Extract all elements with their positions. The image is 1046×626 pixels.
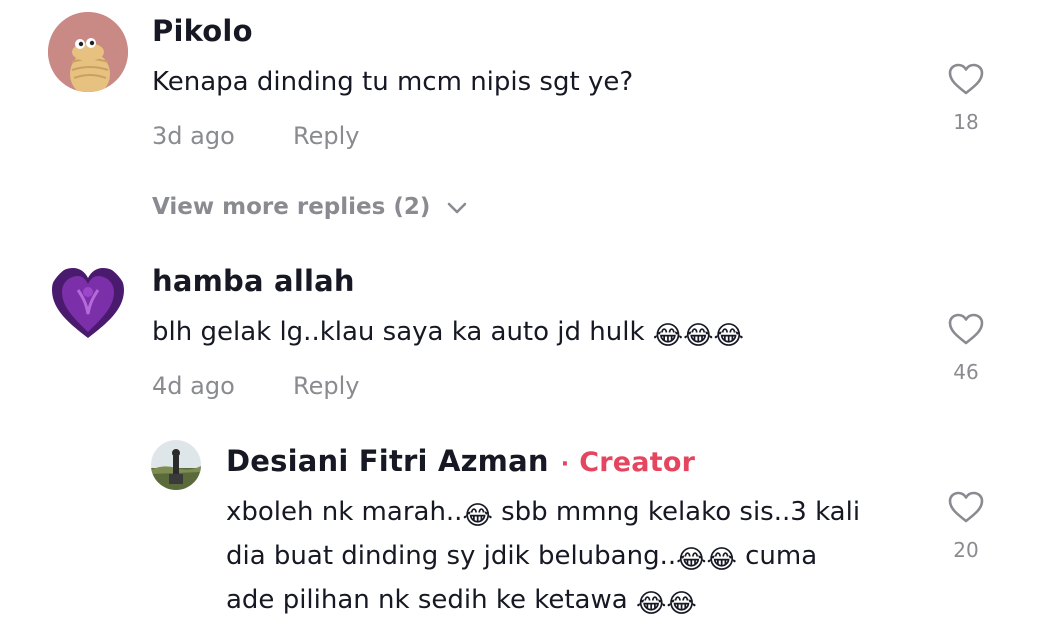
reply-username[interactable]: Desiani Fitri Azman: [226, 444, 549, 478]
comment-text-body: blh gelak lg..klau saya ka auto jd hulk: [152, 317, 645, 347]
cookie-character-avatar-image: [48, 12, 128, 92]
avatar[interactable]: [48, 12, 128, 92]
reply-text-segment: cuma: [736, 541, 818, 571]
avatar[interactable]: [48, 262, 128, 342]
like-count: 20: [953, 538, 979, 562]
tears-of-joy-emoji: 😂😂😂: [652, 321, 744, 351]
reply-text-line-1: xboleh nk marah..😂 sbb mmng kelako sis..…: [226, 490, 860, 538]
reply-text-segment: sbb mmng kelako sis..3 kali: [492, 497, 861, 527]
view-more-replies-button[interactable]: View more replies (2): [152, 194, 468, 220]
reply-text-segment: ade pilihan nk sedih ke ketawa: [226, 585, 636, 615]
comment-username[interactable]: hamba allah: [152, 264, 355, 298]
heart-outline-icon: [948, 63, 984, 95]
comment-username[interactable]: Pikolo: [152, 14, 253, 48]
tears-of-joy-emoji: 😂😂: [635, 589, 697, 619]
landscape-person-avatar-image: [151, 440, 201, 490]
view-more-replies-label: View more replies (2): [152, 194, 431, 220]
comment-timestamp: 4d ago: [152, 372, 235, 400]
comment-text: blh gelak lg..klau saya ka auto jd hulk …: [152, 310, 744, 358]
comment-item: hamba allah blh gelak lg..klau saya ka a…: [0, 250, 1046, 430]
separator-dot: ·: [560, 452, 570, 477]
like-button[interactable]: 20: [936, 490, 996, 562]
comment-item: Pikolo Kenapa dinding tu mcm nipis sgt y…: [0, 0, 1046, 250]
reply-button[interactable]: Reply: [293, 122, 359, 150]
avatar[interactable]: [151, 440, 201, 490]
like-button[interactable]: 46: [936, 312, 996, 384]
heart-outline-icon: [948, 491, 984, 523]
heart-outline-icon: [948, 313, 984, 345]
reply-text-segment: xboleh nk marah..: [226, 497, 463, 527]
tears-of-joy-emoji: 😂: [462, 501, 493, 531]
reply-item: Desiani Fitri Azman · Creator xboleh nk ma…: [0, 430, 1046, 626]
reply-text-line-3: ade pilihan nk sedih ke ketawa 😂😂: [226, 578, 697, 626]
like-count: 46: [953, 360, 979, 384]
reply-header: Desiani Fitri Azman · Creator: [226, 444, 695, 478]
reply-text-segment: dia buat dinding sy jdik belubang..: [226, 541, 677, 571]
purple-heart-avatar-image: [48, 262, 128, 342]
reply-button[interactable]: Reply: [293, 372, 359, 400]
like-count: 18: [953, 110, 979, 134]
tears-of-joy-emoji: 😂😂: [676, 545, 737, 575]
comment-text: Kenapa dinding tu mcm nipis sgt ye?: [152, 67, 634, 97]
comment-timestamp: 3d ago: [152, 122, 235, 150]
chevron-down-icon: [448, 202, 467, 213]
creator-badge: Creator: [579, 447, 696, 478]
like-button[interactable]: 18: [936, 62, 996, 134]
reply-text-line-2: dia buat dinding sy jdik belubang..😂😂 cu…: [226, 534, 817, 582]
